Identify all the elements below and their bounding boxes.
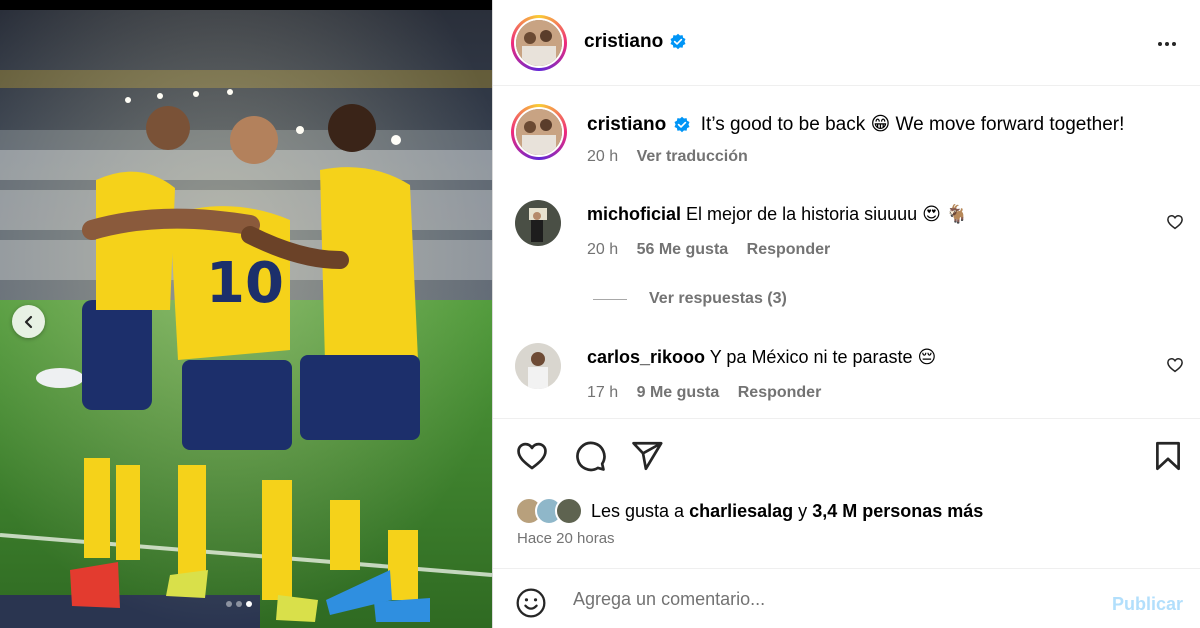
view-replies-label[interactable]: Ver respuestas (3) (649, 290, 787, 308)
avatar-photo (515, 343, 561, 389)
post-photo: 10 (0, 10, 492, 628)
caption-username[interactable]: cristiano (587, 114, 666, 135)
author-username[interactable]: cristiano (584, 31, 663, 53)
carousel-dot (236, 601, 242, 607)
share-icon[interactable] (630, 439, 664, 473)
emoji-icon[interactable] (515, 587, 547, 619)
publish-button[interactable]: Publicar (1112, 594, 1183, 615)
caption-author-avatar[interactable] (511, 104, 567, 160)
commenter-avatar[interactable] (515, 200, 561, 246)
likes-prefix: Les gusta a (591, 500, 685, 521)
post-media[interactable]: 10 (0, 0, 492, 628)
carousel-dot (226, 601, 232, 607)
bookmark-icon[interactable] (1151, 439, 1185, 473)
svg-text:10: 10 (206, 251, 284, 316)
author-avatar[interactable] (511, 15, 567, 71)
comment-likes[interactable]: 56 Me gusta (637, 241, 729, 258)
comment-likes[interactable]: 9 Me gusta (637, 384, 720, 401)
comment-input[interactable] (573, 585, 1093, 613)
avatar-photo (516, 20, 562, 66)
caption-text: It’s good to be back 😁 We move forward t… (700, 114, 1125, 135)
replies-divider (593, 298, 627, 300)
comment-meta: 20 h 56 Me gusta Responder (587, 241, 844, 259)
reply-button[interactable]: Responder (738, 384, 822, 401)
comment-meta: 17 h 9 Me gusta Responder (587, 384, 835, 402)
likes-summary[interactable]: Les gusta a charliesalag y 3,4 M persona… (515, 497, 983, 525)
carousel-dot-active (246, 601, 252, 607)
carousel-indicator (226, 601, 252, 607)
comment-text: Y pa México ni te paraste 😔 (709, 347, 937, 367)
verified-badge-icon (674, 116, 690, 133)
avatar-photo (516, 109, 562, 155)
more-options-icon[interactable] (1155, 32, 1179, 56)
likes-others[interactable]: 3,4 M personas más (812, 501, 983, 521)
translate-link[interactable]: Ver traducción (637, 148, 748, 165)
chevron-left-icon (24, 315, 32, 328)
reply-button[interactable]: Responder (747, 241, 831, 258)
comment-text: El mejor de la historia siuuuu 😍 🐐 (686, 204, 969, 224)
media-top-bar (0, 0, 492, 10)
comment-time: 20 h (587, 241, 619, 258)
comment-username[interactable]: carlos_rikooo (587, 347, 705, 367)
comment-item: carlos_rikooo Y pa México ni te paraste … (587, 347, 936, 368)
likes-user[interactable]: charliesalag (689, 501, 793, 521)
comment-time: 17 h (587, 384, 619, 401)
comment-item: michoficial El mejor de la historia siuu… (587, 204, 968, 225)
view-replies-button[interactable]: Ver respuestas (3) (593, 290, 787, 308)
likes-text: Les gusta a charliesalag y 3,4 M persona… (591, 501, 983, 522)
caption-meta: 20 h Ver traducción (587, 148, 762, 166)
post-side-panel: cristiano cristiano It’s good to be back… (492, 0, 1200, 628)
comment-like-icon[interactable] (1166, 356, 1184, 374)
avatar-photo (515, 200, 561, 246)
add-comment-bar: Publicar (493, 568, 1200, 628)
heart-icon[interactable] (515, 439, 549, 473)
caption-time: 20 h (587, 148, 619, 165)
post-header: cristiano (493, 0, 1200, 86)
comment-like-icon[interactable] (1166, 213, 1184, 231)
likes-joiner: y (798, 500, 808, 521)
comment-icon[interactable] (573, 439, 607, 473)
carousel-prev-button[interactable] (12, 305, 45, 338)
verified-badge-icon (670, 33, 686, 50)
comment-username[interactable]: michoficial (587, 204, 681, 224)
post-caption: cristiano It’s good to be back 😁 We move… (587, 113, 1124, 136)
commenter-avatar[interactable] (515, 343, 561, 389)
liker-avatar (555, 497, 583, 525)
post-timestamp: Hace 20 horas (517, 530, 615, 547)
